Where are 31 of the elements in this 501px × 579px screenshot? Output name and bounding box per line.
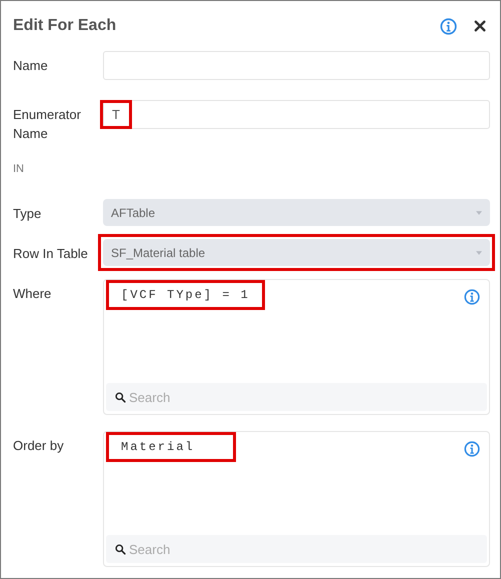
close-icon[interactable] (474, 20, 486, 32)
search-input[interactable]: Search (129, 542, 329, 556)
field-label: Order by (13, 437, 65, 455)
dialog-title: Edit For Each (13, 17, 118, 35)
expression-editor[interactable]: Material Search (103, 431, 490, 567)
dropdown[interactable]: SF_Material table (103, 239, 490, 266)
expression-editor[interactable]: [VCF TYpe] = 1 Search (103, 279, 490, 415)
field-label: Where (13, 285, 52, 303)
search-field[interactable]: Search (106, 535, 487, 563)
info-icon[interactable] (464, 289, 480, 305)
search-icon (115, 544, 126, 554)
section-label: IN (13, 163, 24, 175)
input-field[interactable]: T (103, 100, 490, 129)
info-icon[interactable] (464, 441, 480, 457)
field-label: Enumerator Name (13, 106, 82, 143)
search-input[interactable]: Search (129, 390, 329, 404)
caret-icon (476, 250, 482, 254)
field-label: Type (13, 205, 42, 223)
dropdown[interactable]: AFTable (103, 199, 490, 226)
info-icon[interactable] (440, 18, 457, 34)
search-field[interactable]: Search (106, 383, 487, 411)
field-label: Row In Table (13, 245, 89, 263)
field-value: T (100, 100, 132, 129)
input-field[interactable] (103, 51, 490, 80)
expression-text: Material (106, 432, 236, 462)
field-label: Name (13, 57, 49, 75)
dropdown-value: AFTable (111, 206, 156, 220)
expression-text: [VCF TYpe] = 1 (106, 280, 265, 310)
search-icon (115, 392, 126, 402)
dropdown-value: SF_Material table (111, 246, 206, 260)
caret-icon (476, 210, 482, 214)
